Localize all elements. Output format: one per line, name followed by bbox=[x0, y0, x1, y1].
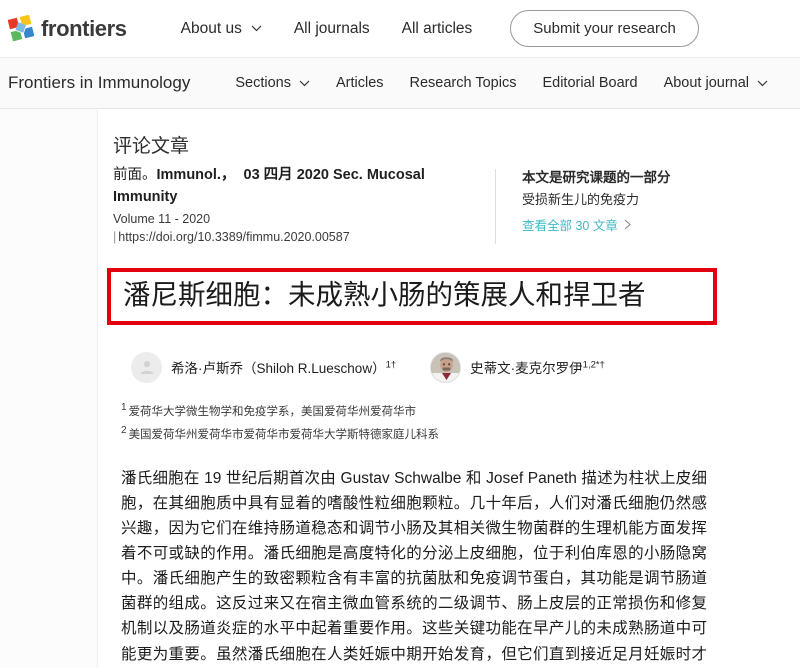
nav-item-all-articles[interactable]: All articles bbox=[386, 14, 489, 44]
affiliation-number: 1 bbox=[121, 401, 127, 413]
author-name: 希洛·卢斯乔（Shiloh R.Lueschow）1† bbox=[171, 357, 396, 377]
view-all-articles-label: 查看全部 30 文章 bbox=[522, 218, 618, 233]
journal-nav-research-topics-label: Research Topics bbox=[409, 75, 517, 91]
author-affiliation-marker: 1,2*† bbox=[582, 359, 605, 371]
article-metadata-row: 前面。Immunol.， 03 四月 2020 Sec. Mucosal Imm… bbox=[113, 165, 800, 244]
research-topic-heading: 本文是研究课题的一部分 bbox=[522, 170, 671, 185]
affiliation-item: 1 爱荷华大学微生物学和免疫学系，美国爱荷华州爱荷华市 bbox=[121, 399, 800, 422]
article-citation-line: 前面。Immunol.， 03 四月 2020 Sec. Mucosal Imm… bbox=[113, 165, 483, 209]
chevron-right-icon bbox=[624, 219, 631, 230]
metadata-vertical-divider bbox=[495, 169, 496, 244]
affiliations-list: 1 爱荷华大学微生物学和免疫学系，美国爱荷华州爱荷华市 2 美国爱荷华州爱荷华市爱荷… bbox=[121, 399, 800, 445]
citation-date: 03 四月 2020 bbox=[243, 167, 329, 183]
journal-nav-sections[interactable]: Sections bbox=[222, 69, 323, 97]
journal-nav-editorial-board-label: Editorial Board bbox=[542, 75, 638, 91]
affiliation-item: 2 美国爱荷华州爱荷华市爱荷华市爱荷华大学斯特德家庭儿科系 bbox=[121, 422, 800, 445]
author-name-text: 史蒂文·麦克尔罗伊 bbox=[470, 361, 583, 377]
article-metadata-left: 前面。Immunol.， 03 四月 2020 Sec. Mucosal Imm… bbox=[113, 165, 483, 244]
author-entry[interactable]: 史蒂文·麦克尔罗伊1,2*† bbox=[430, 351, 605, 383]
chevron-down-icon bbox=[757, 80, 768, 86]
journal-nav-sections-label: Sections bbox=[235, 75, 291, 91]
affiliation-number: 2 bbox=[121, 424, 127, 436]
submit-your-research-button[interactable]: Submit your research bbox=[510, 10, 699, 47]
page-content-shell: 评论文章 前面。Immunol.， 03 四月 2020 Sec. Mucosa… bbox=[0, 109, 800, 668]
author-name-text: 希洛·卢斯乔（Shiloh R.Lueschow） bbox=[171, 361, 386, 377]
journal-nav-about-journal-label: About journal bbox=[663, 75, 750, 91]
affiliation-text: 美国爱荷华州爱荷华市爱荷华市爱荷华大学斯特德家庭儿科系 bbox=[128, 428, 440, 441]
affiliation-text: 爱荷华大学微生物学和免疫学系，美国爱荷华州爱荷华市 bbox=[128, 405, 417, 418]
research-topic-box: 本文是研究课题的一部分 受损新生儿的免疫力 查看全部 30 文章 bbox=[522, 165, 671, 234]
person-placeholder-avatar-icon bbox=[131, 351, 162, 383]
brand-name: frontiers bbox=[41, 15, 127, 41]
article-abstract-text: 潘氏细胞在 19 世纪后期首次由 Gustav Schwalbe 和 Josef… bbox=[121, 469, 707, 663]
nav-item-all-journals[interactable]: All journals bbox=[278, 14, 386, 44]
article-doi-link[interactable]: https://doi.org/10.3389/fimmu.2020.00587 bbox=[118, 230, 349, 244]
article-volume: Volume 11 - 2020 bbox=[113, 211, 211, 226]
chevron-down-icon bbox=[251, 25, 262, 32]
citation-journal: Immunol.， bbox=[156, 167, 236, 183]
research-topic-name: 受损新生儿的免疫力 bbox=[522, 191, 640, 207]
nav-item-about-us-label: About us bbox=[180, 19, 242, 37]
author-entry[interactable]: 希洛·卢斯乔（Shiloh R.Lueschow）1† bbox=[131, 351, 396, 383]
frontiers-pinwheel-logo-icon bbox=[8, 14, 34, 43]
article-content-column: 评论文章 前面。Immunol.， 03 四月 2020 Sec. Mucosa… bbox=[97, 109, 800, 668]
view-all-articles-link[interactable]: 查看全部 30 文章 bbox=[522, 215, 671, 234]
doi-separator-bar: | bbox=[113, 229, 117, 244]
journal-title[interactable]: Frontiers in Immunology bbox=[8, 73, 190, 93]
primary-nav-items: About us All journals All articles Submi… bbox=[165, 10, 699, 47]
article-type-label: 评论文章 bbox=[113, 136, 190, 157]
article-title-highlight-box: 潘尼斯细胞：未成熟小肠的策展人和捍卫者 bbox=[107, 267, 717, 325]
article-title: 潘尼斯细胞：未成熟小肠的策展人和捍卫者 bbox=[123, 278, 646, 311]
top-navigation-bar: frontiers About us All journals All arti… bbox=[0, 0, 800, 57]
journal-nav-research-topics[interactable]: Research Topics bbox=[397, 69, 530, 97]
journal-nav-editorial-board[interactable]: Editorial Board bbox=[529, 69, 650, 97]
article-doi-row: | https://doi.org/10.3389/fimmu.2020.0058… bbox=[113, 230, 483, 244]
nav-item-about-us[interactable]: About us bbox=[165, 14, 278, 44]
frontiers-logo-link[interactable]: frontiers bbox=[8, 14, 127, 43]
journal-nav-articles-label: Articles bbox=[335, 75, 384, 91]
chevron-down-icon bbox=[299, 80, 310, 86]
author-photo-avatar bbox=[430, 351, 462, 383]
journal-navigation-bar: Frontiers in Immunology Sections Article… bbox=[0, 57, 800, 109]
nav-item-all-articles-label: All articles bbox=[401, 19, 473, 37]
journal-nav-articles[interactable]: Articles bbox=[323, 69, 397, 97]
author-name: 史蒂文·麦克尔罗伊1,2*† bbox=[470, 357, 605, 377]
author-affiliation-marker: 1† bbox=[385, 359, 397, 371]
authors-row: 希洛·卢斯乔（Shiloh R.Lueschow）1† 史蒂文·麦克尔罗伊1,2… bbox=[131, 351, 800, 383]
nav-item-all-journals-label: All journals bbox=[293, 19, 370, 37]
journal-nav-about-journal[interactable]: About journal bbox=[651, 69, 781, 97]
citation-journal-prefix: 前面。 bbox=[113, 167, 157, 183]
